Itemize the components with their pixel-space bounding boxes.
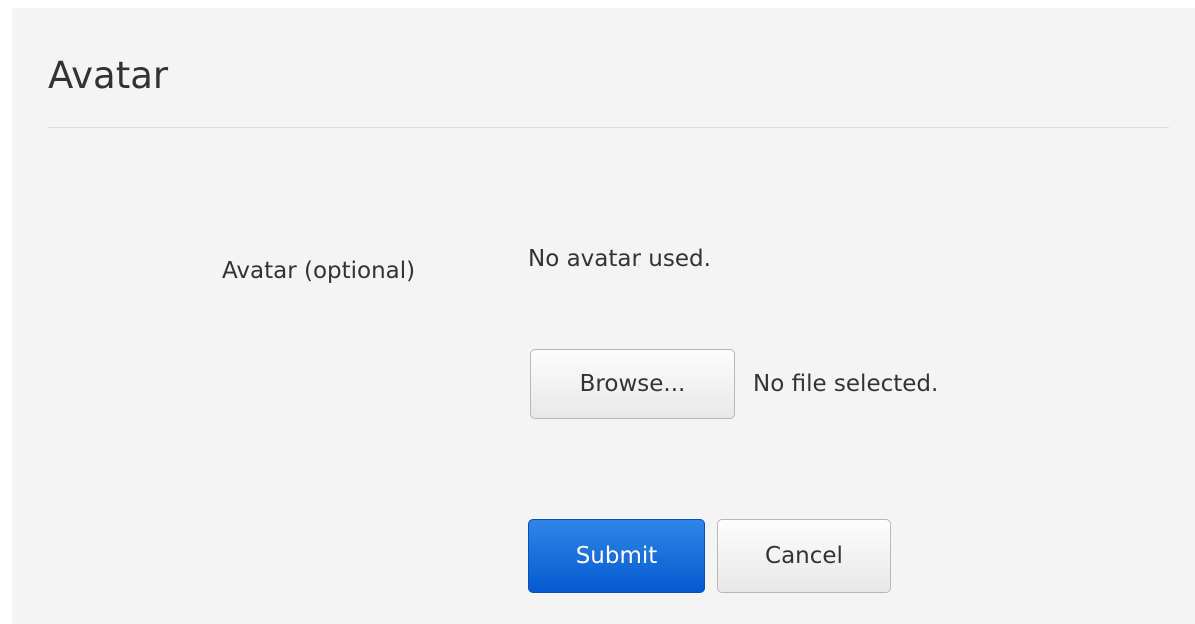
avatar-current-value: No avatar used. — [528, 246, 711, 272]
form-actions: Submit Cancel — [528, 519, 891, 593]
section-divider — [48, 127, 1169, 128]
avatar-file-row: Browse... No file selected. — [530, 349, 938, 419]
browse-button[interactable]: Browse... — [530, 349, 735, 419]
file-status-text: No file selected. — [753, 371, 939, 397]
avatar-panel: Avatar Avatar (optional) No avatar used.… — [12, 8, 1195, 624]
submit-button[interactable]: Submit — [528, 519, 705, 593]
section-title: Avatar — [48, 54, 169, 97]
avatar-field-label: Avatar (optional) — [222, 258, 416, 284]
cancel-button[interactable]: Cancel — [717, 519, 891, 593]
